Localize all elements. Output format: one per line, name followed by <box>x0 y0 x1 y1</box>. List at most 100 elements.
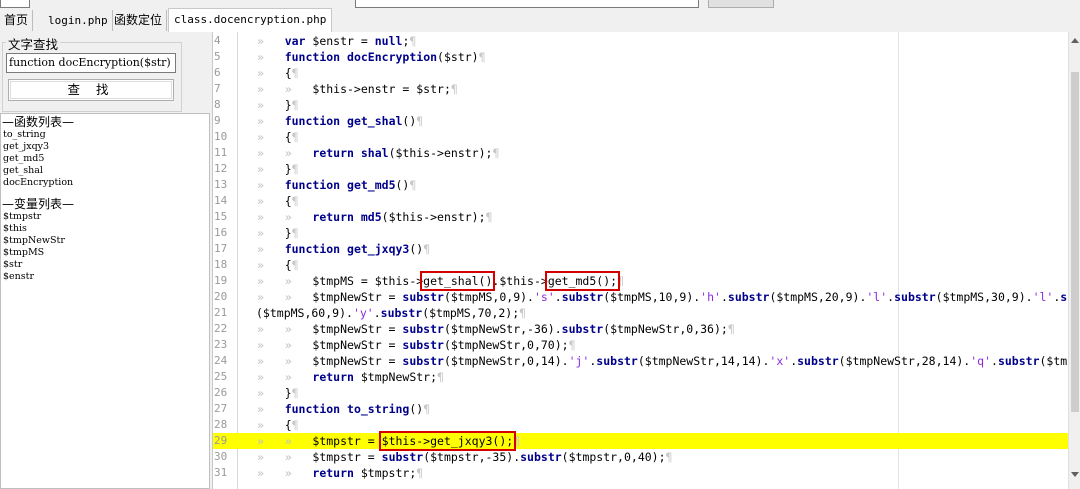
code-text: » function to_string()¶ <box>257 402 431 416</box>
code-line[interactable]: 28 » {¶ <box>213 417 1069 433</box>
line-number: 13 <box>214 178 228 191</box>
code-line[interactable]: 23 » » $tmpNewStr = substr($tmpNewStr,0,7… <box>213 337 1069 353</box>
function-list-item[interactable]: get_jxqy3 <box>1 141 209 153</box>
code-line[interactable]: 11 » » return shal($this->enstr);¶ <box>213 145 1069 161</box>
code-line[interactable]: 19 » » $tmpMS = $this->get_shal().$this->… <box>213 271 1069 291</box>
line-number: 29 <box>214 434 228 447</box>
code-text: » {¶ <box>257 194 299 208</box>
line-number: 15 <box>214 210 228 223</box>
toolbar-button[interactable] <box>708 0 774 8</box>
line-number: 31 <box>214 466 228 479</box>
code-line[interactable]: 14 » {¶ <box>213 193 1069 209</box>
code-line[interactable]: 29 » » $tmpstr = $this->get_jxqy3();¶ <box>213 431 1069 451</box>
line-number: 23 <box>214 338 228 351</box>
code-line[interactable]: 6 » {¶ <box>213 65 1069 81</box>
code-line[interactable]: 26 » }¶ <box>213 385 1069 401</box>
function-list-header: —函数列表— <box>2 115 75 129</box>
variable-list-item[interactable]: $tmpstr <box>1 211 209 223</box>
symbol-listbox[interactable]: —函数列表— to_string get_jxqy3 get_md5 get_s… <box>0 113 210 489</box>
code-text: » {¶ <box>257 66 299 80</box>
line-number: 10 <box>214 130 228 143</box>
left-panel: 文字查找 function docEncryption($str) 查 找 —函… <box>0 32 212 489</box>
variable-list-item[interactable]: $tmpMS <box>1 247 209 259</box>
code-text: » }¶ <box>257 162 299 176</box>
code-text: » » $tmpstr = $this->get_jxqy3();¶ <box>257 431 521 451</box>
tab-home[interactable]: 首页 <box>0 10 34 31</box>
code-line[interactable]: 12 » }¶ <box>213 161 1069 177</box>
line-number: 27 <box>214 402 228 415</box>
code-text: » var $enstr = null;¶ <box>257 34 417 48</box>
code-text: » {¶ <box>257 258 299 272</box>
variable-list-item[interactable]: $this <box>1 223 209 235</box>
code-line[interactable]: 8 » }¶ <box>213 97 1069 113</box>
search-button[interactable]: 查 找 <box>8 79 174 101</box>
code-text: » {¶ <box>257 130 299 144</box>
code-line[interactable]: 15 » » return md5($this->enstr);¶ <box>213 209 1069 225</box>
code-text: » function get_jxqy3()¶ <box>257 242 431 256</box>
tab-class-docencryption[interactable]: class.docencryption.php <box>168 8 333 32</box>
annotation-box: $this->get_jxqy3(); <box>378 431 517 451</box>
scroll-up-icon[interactable] <box>1071 38 1079 43</box>
code-line[interactable]: 17 » function get_jxqy3()¶ <box>213 241 1069 257</box>
code-line[interactable]: 22 » » $tmpNewStr = substr($tmpNewStr,-36… <box>213 321 1069 337</box>
code-text: » » return $tmpstr;¶ <box>257 466 424 480</box>
code-line[interactable]: 16 » }¶ <box>213 225 1069 241</box>
scroll-thumb[interactable] <box>1071 72 1079 412</box>
vertical-scrollbar[interactable] <box>1068 32 1080 489</box>
search-group-title: 文字查找 <box>6 34 61 53</box>
line-number: 24 <box>214 354 228 367</box>
code-line[interactable]: 18 » {¶ <box>213 257 1069 273</box>
top-toolbar-strip <box>0 0 1080 8</box>
code-line[interactable]: 13 » function get_md5()¶ <box>213 177 1069 193</box>
line-number: 5 <box>214 50 221 63</box>
annotation-box: get_md5(); <box>544 271 621 291</box>
code-text: » » return md5($this->enstr);¶ <box>257 210 493 224</box>
line-number: 4 <box>214 34 221 47</box>
tab-label: 函数定位 <box>114 13 163 27</box>
line-number: 12 <box>214 162 228 175</box>
code-text: » » $tmpstr = substr($tmpstr,-35).substr… <box>257 450 673 464</box>
line-number: 9 <box>214 114 221 127</box>
code-line[interactable]: 10 » {¶ <box>213 129 1069 145</box>
scroll-down-icon[interactable] <box>1071 472 1079 477</box>
code-line[interactable]: 9 » function get_shal()¶ <box>213 113 1069 129</box>
tab-function-locate[interactable]: 函数定位 <box>110 10 168 31</box>
code-line[interactable]: 27 » function to_string()¶ <box>213 401 1069 417</box>
code-lines: 4 » var $enstr = null;¶ 5 » function docEnc… <box>213 33 1069 481</box>
line-number: 16 <box>214 226 228 239</box>
function-list-item[interactable]: docEncryption <box>1 177 209 189</box>
code-text: » }¶ <box>257 98 299 112</box>
line-number: 26 <box>214 386 228 399</box>
code-text: » » $tmpNewStr = substr($tmpNewStr,0,70)… <box>257 338 576 352</box>
variable-list-item[interactable]: $str <box>1 259 209 271</box>
code-text: » {¶ <box>257 418 299 432</box>
code-line[interactable]: 20 » » $tmpNewStr = substr($tmpMS,0,9).'s… <box>213 289 1069 305</box>
annotation-box: get_shal() <box>420 271 496 291</box>
code-editor[interactable]: 4 » var $enstr = null;¶ 5 » function docEnc… <box>212 32 1069 489</box>
tab-login-php[interactable]: login.php <box>44 10 113 31</box>
toolbar-input-left[interactable] <box>0 0 30 8</box>
variable-list-item[interactable]: $enstr <box>1 271 209 283</box>
code-text: » function docEncryption($str)¶ <box>257 50 486 64</box>
line-number: 28 <box>214 418 228 431</box>
code-line[interactable]: 21 ($tmpMS,60,9).'y'.substr($tmpMS,70,2);… <box>213 305 1069 321</box>
function-list-item[interactable]: get_shal <box>1 165 209 177</box>
code-line[interactable]: 30 » » $tmpstr = substr($tmpstr,-35).subs… <box>213 449 1069 465</box>
search-input[interactable]: function docEncryption($str) <box>6 53 176 73</box>
variable-list-item[interactable]: $tmpNewStr <box>1 235 209 247</box>
code-text: » function get_md5()¶ <box>257 178 417 192</box>
code-line[interactable]: 7 » » $this->enstr = $str;¶ <box>213 81 1069 97</box>
code-line[interactable]: 24 » » $tmpNewStr = substr($tmpNewStr,0,1… <box>213 353 1069 369</box>
code-text: ($tmpMS,60,9).'y'.substr($tmpMS,70,2);¶ <box>256 306 527 320</box>
line-number: 19 <box>214 274 228 287</box>
toolbar-input-right[interactable] <box>355 0 699 8</box>
code-line[interactable]: 25 » » return $tmpNewStr;¶ <box>213 369 1069 385</box>
line-number: 17 <box>214 242 228 255</box>
function-list-item[interactable]: to_string <box>1 129 209 141</box>
code-line[interactable]: 31 » » return $tmpstr;¶ <box>213 465 1069 481</box>
line-number: 14 <box>214 194 228 207</box>
function-list-item[interactable]: get_md5 <box>1 153 209 165</box>
code-line[interactable]: 4 » var $enstr = null;¶ <box>213 33 1069 49</box>
code-line[interactable]: 5 » function docEncryption($str)¶ <box>213 49 1069 65</box>
line-number: 20 <box>214 290 228 303</box>
